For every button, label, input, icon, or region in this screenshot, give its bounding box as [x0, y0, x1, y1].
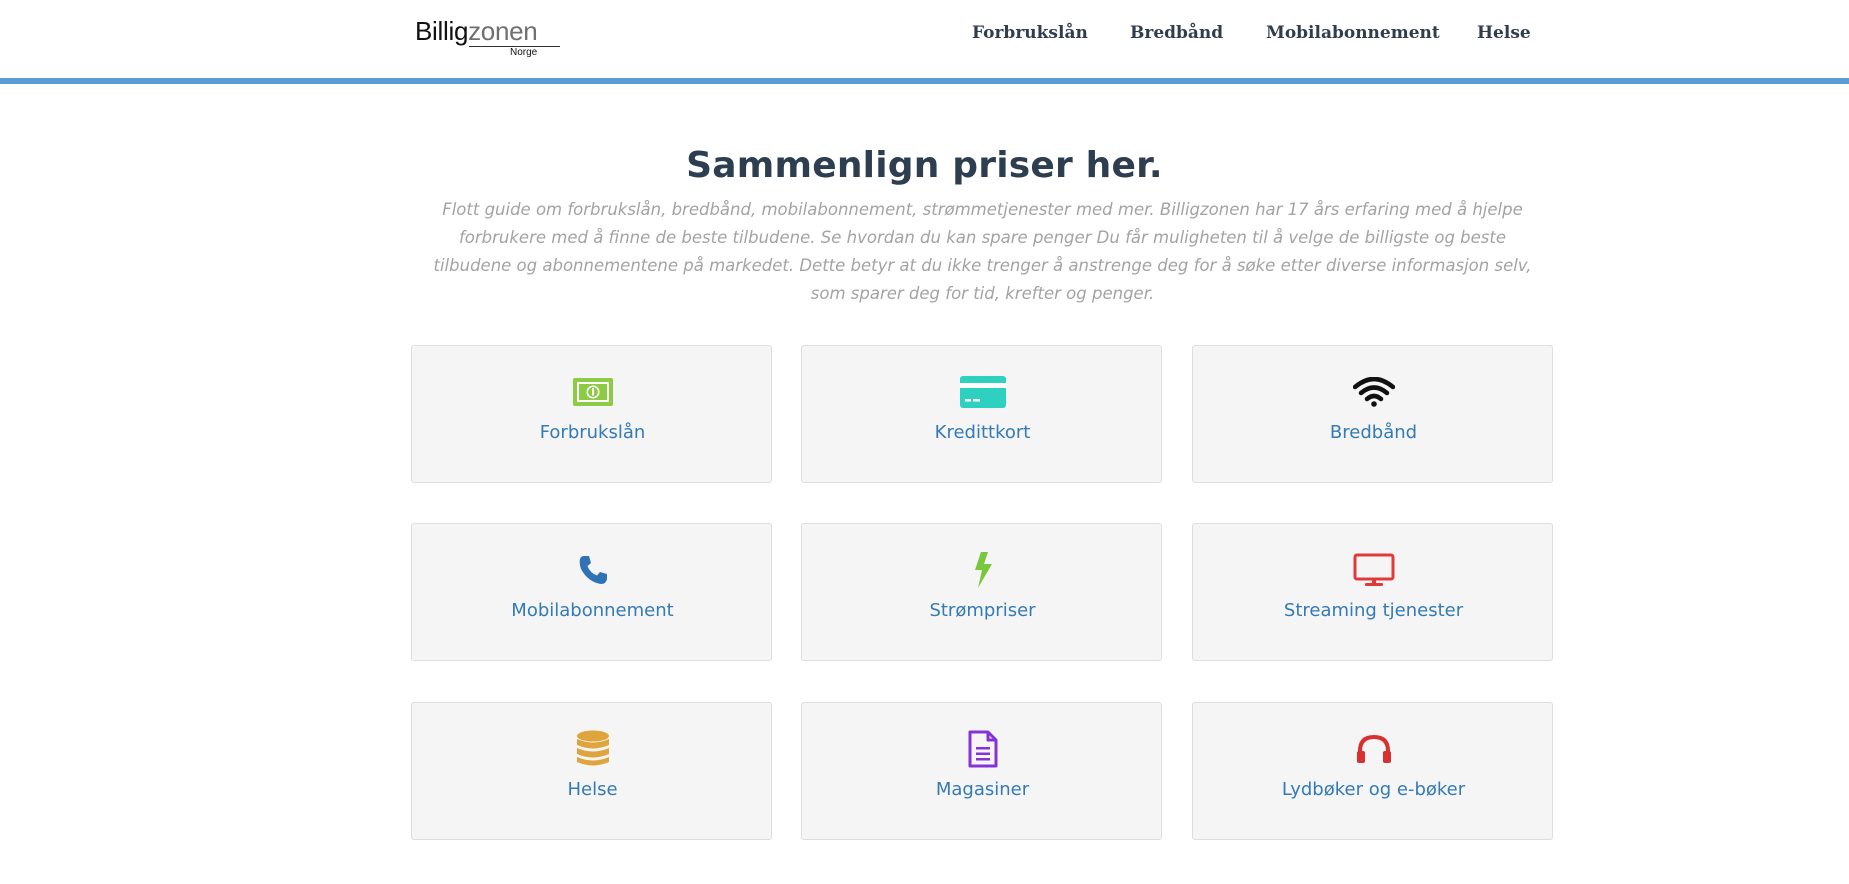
money-bill-icon [412, 374, 773, 410]
card-lydboker[interactable]: Lydbøker og e-bøker [1192, 702, 1553, 840]
intro-text: Flott guide om forbrukslån, bredbånd, mo… [433, 200, 1532, 303]
phone-icon [412, 552, 773, 588]
document-icon [802, 730, 1163, 768]
credit-card-icon [802, 374, 1163, 410]
site-header: Billigzonen Norge Forbrukslån Bredbånd M… [0, 0, 1849, 84]
card-magasiner[interactable]: Magasiner [801, 702, 1162, 840]
database-icon [412, 730, 773, 767]
monitor-icon [1193, 552, 1554, 588]
card-label: Helse [567, 779, 618, 800]
card-label: Mobilabonnement [511, 600, 674, 621]
lightning-icon [802, 552, 1163, 588]
page-title: Sammenlign priser her. [686, 145, 1163, 186]
card-label: Lydbøker og e-bøker [1281, 779, 1466, 800]
card-label: Kredittkort [934, 422, 1031, 443]
card-kredittkort[interactable]: Kredittkort [801, 345, 1162, 483]
card-forbrukslan[interactable]: Forbrukslån [411, 345, 772, 483]
card-strompriser[interactable]: Strømpriser [801, 523, 1162, 661]
card-label: Streaming tjenester [1283, 600, 1464, 621]
wifi-icon [1193, 374, 1554, 410]
card-helse[interactable]: Helse [411, 702, 772, 840]
nav-link-mobilabonnement[interactable]: Mobilabonnement [1266, 23, 1440, 43]
card-bredband[interactable]: Bredbånd [1192, 345, 1553, 483]
nav-link-forbrukslan[interactable]: Forbrukslån [972, 23, 1088, 43]
nav-link-helse[interactable]: Helse [1477, 23, 1531, 43]
card-label: Bredbånd [1329, 422, 1418, 443]
card-label: Strømpriser [929, 600, 1036, 621]
main-nav: Forbrukslån Bredbånd Mobilabonnement Hel… [0, 23, 1849, 45]
logo-subtitle: Norge [510, 47, 538, 58]
card-label: Magasiner [935, 779, 1030, 800]
headphones-icon [1193, 731, 1554, 767]
card-streaming[interactable]: Streaming tjenester [1192, 523, 1553, 661]
card-mobilabonnement[interactable]: Mobilabonnement [411, 523, 772, 661]
nav-link-bredband[interactable]: Bredbånd [1130, 23, 1223, 43]
card-label: Forbrukslån [539, 422, 646, 443]
